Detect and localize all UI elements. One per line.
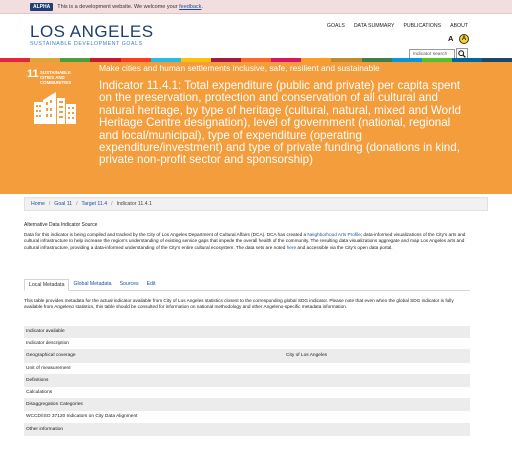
goal-name: SUSTAINABLE CITIES AND COMMUNITIES bbox=[40, 70, 72, 86]
site-logo-subtitle: SUSTAINABLE DEVELOPMENT GOALS bbox=[30, 41, 143, 47]
description-text: Data for this indicator is being compile… bbox=[24, 232, 307, 237]
breadcrumb-separator: / bbox=[111, 201, 113, 207]
metadata-key: Other information bbox=[26, 426, 64, 432]
table-row: WCCD/ISO 37120 Indicators on City Data A… bbox=[24, 411, 470, 424]
alpha-banner: ALPHA This is a development website. We … bbox=[0, 0, 512, 14]
goal-number: 11 bbox=[27, 68, 39, 80]
breadcrumb-separator: / bbox=[48, 201, 51, 207]
metadata-value: City of Los Angeles bbox=[286, 353, 328, 359]
site-header: LOS ANGELES SUSTAINABLE DEVELOPMENT GOAL… bbox=[0, 14, 512, 60]
tab-global-metadata[interactable]: Global Metadata bbox=[69, 279, 115, 291]
metadata-table: Indicator available Indicator description… bbox=[24, 326, 470, 436]
metadata-key: Geographical coverage bbox=[26, 353, 76, 359]
breadcrumb-goal[interactable]: Goal 11 bbox=[54, 201, 72, 207]
tab-local-metadata[interactable]: Local Metadata bbox=[24, 279, 70, 291]
indicator-source-description: Data for this indicator is being compile… bbox=[24, 232, 470, 251]
metadata-key: Indicator description bbox=[26, 341, 69, 347]
data-sets-link[interactable]: here bbox=[287, 245, 296, 250]
breadcrumb: Home / Goal 11 / Target 11.4 / Indicator… bbox=[24, 197, 488, 211]
table-row: Unit of measurement bbox=[24, 363, 470, 375]
main-nav: GOALS DATA SUMMARY PUBLICATIONS ABOUT bbox=[327, 23, 468, 29]
table-row: Indicator available bbox=[24, 326, 470, 339]
metadata-key: WCCD/ISO 37120 Indicators on City Data A… bbox=[26, 414, 138, 420]
nav-about[interactable]: ABOUT bbox=[450, 23, 468, 29]
feedback-link[interactable]: feedback bbox=[179, 4, 201, 10]
contrast-toggle[interactable]: A bbox=[459, 34, 469, 44]
table-row: Other information bbox=[24, 423, 470, 436]
goal-heading: Make cities and human settlements inclus… bbox=[99, 63, 380, 73]
description-text: and accessible via the City's open data … bbox=[297, 244, 393, 250]
neighborhood-arts-profile-link[interactable]: Neighborhood Arts Profile bbox=[307, 232, 360, 237]
site-logo-title[interactable]: LOS ANGELES bbox=[30, 22, 154, 42]
city-buildings-icon bbox=[34, 92, 76, 124]
breadcrumb-separator: / bbox=[76, 201, 78, 207]
tab-edit[interactable]: Edit bbox=[143, 279, 160, 291]
table-row: Geographical coverage City of Los Angeles bbox=[24, 350, 470, 363]
metadata-tabs: Local Metadata Global Metadata Sources E… bbox=[24, 279, 470, 291]
metadata-key: Indicator available bbox=[26, 329, 65, 335]
tab-sources[interactable]: Sources bbox=[116, 279, 143, 291]
alpha-end: . bbox=[201, 3, 203, 10]
table-row: Calculations bbox=[24, 387, 470, 400]
breadcrumb-current: Indicator 11.4.1 bbox=[116, 201, 152, 207]
breadcrumb-home[interactable]: Home bbox=[31, 201, 45, 207]
metadata-key: Definitions bbox=[26, 377, 49, 383]
metadata-key: Calculations bbox=[26, 390, 53, 396]
goal-tile[interactable]: 11 SUSTAINABLE CITIES AND COMMUNITIES bbox=[24, 66, 86, 130]
metadata-description: This table provides metadata for the act… bbox=[24, 298, 454, 310]
metadata-key: Disaggregation Categories bbox=[26, 402, 83, 408]
nav-data-summary[interactable]: DATA SUMMARY bbox=[354, 23, 395, 29]
metadata-key: Unit of measurement bbox=[26, 365, 71, 371]
table-row: Indicator description bbox=[24, 338, 470, 351]
alpha-badge: ALPHA bbox=[30, 2, 54, 11]
nav-goals[interactable]: GOALS bbox=[327, 23, 345, 29]
goal-banner: 11 SUSTAINABLE CITIES AND COMMUNITIES Ma bbox=[0, 62, 512, 194]
table-row: Disaggregation Categories bbox=[24, 399, 470, 412]
alpha-message: This is a development website. We welcom… bbox=[57, 3, 178, 10]
font-size-toggle[interactable]: A bbox=[448, 34, 453, 43]
search-icon bbox=[458, 50, 466, 58]
nav-publications[interactable]: PUBLICATIONS bbox=[403, 23, 441, 29]
alt-source-heading: Alternative Data Indicator Source bbox=[24, 222, 98, 228]
table-row: Definitions bbox=[24, 374, 470, 387]
indicator-title: Indicator 11.4.1: Total expenditure (pub… bbox=[99, 79, 461, 167]
breadcrumb-target[interactable]: Target 11.4 bbox=[82, 201, 108, 207]
